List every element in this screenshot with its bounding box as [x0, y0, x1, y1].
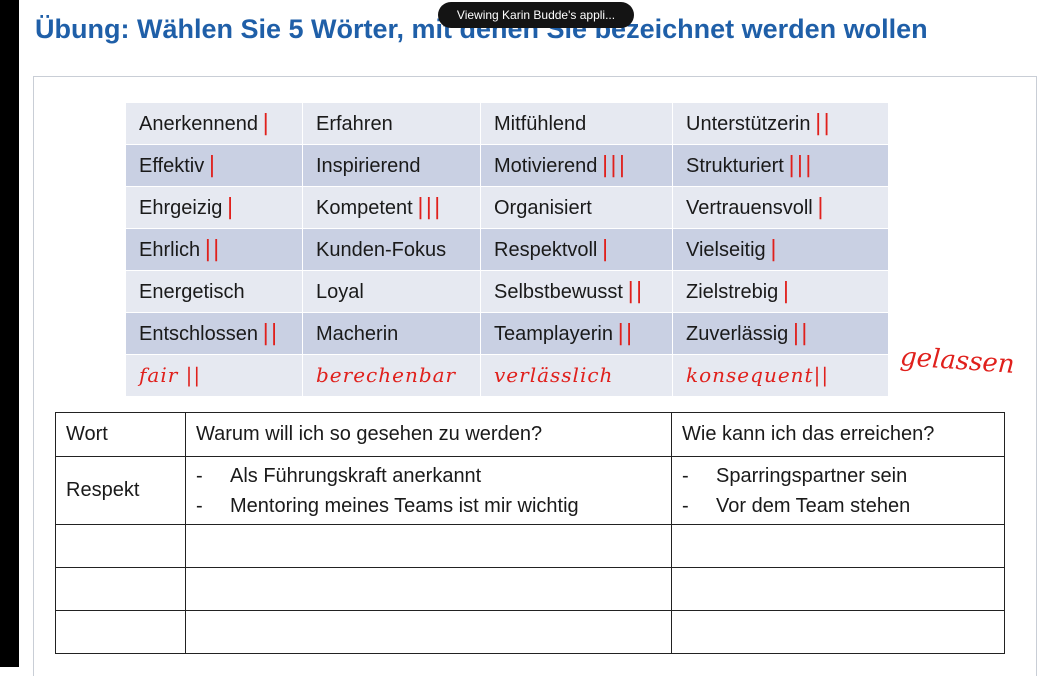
word-cell: Anerkennend |: [125, 102, 303, 145]
header-how: Wie kann ich das erreichen?: [671, 412, 1005, 457]
word-cell: Teamplayerin ||: [480, 312, 673, 355]
word-table: Anerkennend | Erfahren Mitfühlend Unterst…: [125, 102, 889, 397]
tally-mark: |: [769, 237, 779, 262]
tally-mark: ||: [616, 321, 634, 346]
tally-mark: ||: [261, 321, 279, 346]
plan-row-empty: [55, 524, 1005, 568]
tally-mark: ||: [626, 279, 644, 304]
empty-cell: [671, 567, 1005, 611]
word-cell: Vielseitig |: [672, 228, 889, 271]
left-edge-bar: [0, 0, 19, 667]
screen-share-banner[interactable]: Viewing Karin Budde's appli...: [438, 2, 634, 28]
handwritten-cell: verlässlich: [480, 354, 673, 397]
empty-cell: [185, 610, 672, 654]
empty-cell: [185, 524, 672, 568]
bullet-item: - Vor dem Team stehen: [682, 494, 911, 517]
word-cell: Selbstbewusst ||: [480, 270, 673, 313]
word-cell: Zielstrebig |: [672, 270, 889, 313]
word-cell: Inspirierend: [302, 144, 481, 187]
empty-cell: [671, 524, 1005, 568]
handwritten-cell: konsequent||: [672, 354, 889, 397]
word-cell: Mitfühlend: [480, 102, 673, 145]
tally-mark: ||: [814, 111, 832, 136]
word-cell: Entschlossen ||: [125, 312, 303, 355]
word-cell: Kunden-Fokus: [302, 228, 481, 271]
word-cell: Kompetent |||: [302, 186, 481, 229]
word-cell: Loyal: [302, 270, 481, 313]
tally-mark: |: [261, 111, 271, 136]
header-wort: Wort: [55, 412, 186, 457]
word-row: Ehrlich || Kunden-Fokus Respektvoll | Viel…: [125, 228, 889, 271]
word-row: Anerkennend | Erfahren Mitfühlend Unterst…: [125, 102, 889, 145]
word-cell: Energetisch: [125, 270, 303, 313]
word-cell: Zuverlässig ||: [672, 312, 889, 355]
word-cell: Organisiert: [480, 186, 673, 229]
empty-cell: [671, 610, 1005, 654]
empty-cell: [55, 567, 186, 611]
word-cell: Motivierend |||: [480, 144, 673, 187]
word-cell: Ehrlich ||: [125, 228, 303, 271]
tally-mark: |||: [601, 153, 627, 178]
word-row: Ehrgeizig | Kompetent ||| Organisiert Vert…: [125, 186, 889, 229]
word-cell: Macherin: [302, 312, 481, 355]
empty-cell: [55, 524, 186, 568]
word-cell: Strukturiert |||: [672, 144, 889, 187]
tally-mark: |: [226, 195, 235, 220]
handwritten-cell: fair ||: [125, 354, 303, 397]
plan-how-cell: - Sparringspartner sein - Vor dem Team ste…: [671, 456, 1005, 525]
empty-cell: [55, 610, 186, 654]
plan-header-row: Wort Warum will ich so gesehen zu werden…: [55, 412, 1005, 457]
tally-mark: |: [782, 279, 791, 304]
handwritten-cell: berechenbar: [302, 354, 481, 397]
word-cell: Respektvoll |: [480, 228, 673, 271]
header-why: Warum will ich so gesehen zu werden?: [185, 412, 672, 457]
plan-why-cell: - Als Führungskraft anerkannt - Mentoring …: [185, 456, 672, 525]
word-row: Entschlossen || Macherin Teamplayerin || Z…: [125, 312, 889, 355]
tally-mark: ||: [204, 237, 221, 262]
word-cell: Unterstützerin ||: [672, 102, 889, 145]
bullet-item: - Mentoring meines Teams ist mir wichtig: [196, 494, 579, 517]
word-cell: Ehrgeizig |: [125, 186, 303, 229]
plan-row-empty: [55, 610, 1005, 654]
plan-row-empty: [55, 567, 1005, 611]
tally-mark: |||: [787, 153, 814, 178]
word-row: Effektiv | Inspirierend Motivierend ||| St…: [125, 144, 889, 187]
tally-mark: |||: [416, 195, 442, 220]
handwritten-row: fair || berechenbar verlässlich konseque…: [125, 354, 889, 397]
word-row: Energetisch Loyal Selbstbewusst || Zielst…: [125, 270, 889, 313]
tally-mark: |: [601, 237, 610, 262]
tally-mark: |: [816, 195, 826, 220]
plan-word-cell: Respekt: [55, 456, 186, 525]
bullet-item: - Sparringspartner sein: [682, 464, 908, 487]
tally-mark: ||: [792, 321, 810, 346]
plan-table: Wort Warum will ich so gesehen zu werden…: [55, 412, 1005, 654]
empty-cell: [185, 567, 672, 611]
word-cell: Erfahren: [302, 102, 481, 145]
tally-mark: |: [208, 153, 217, 178]
word-cell: Effektiv |: [125, 144, 303, 187]
bullet-item: - Als Führungskraft anerkannt: [196, 464, 482, 487]
plan-row: Respekt - Als Führungskraft anerkannt - Me…: [55, 456, 1005, 525]
word-cell: Vertrauensvoll |: [672, 186, 889, 229]
